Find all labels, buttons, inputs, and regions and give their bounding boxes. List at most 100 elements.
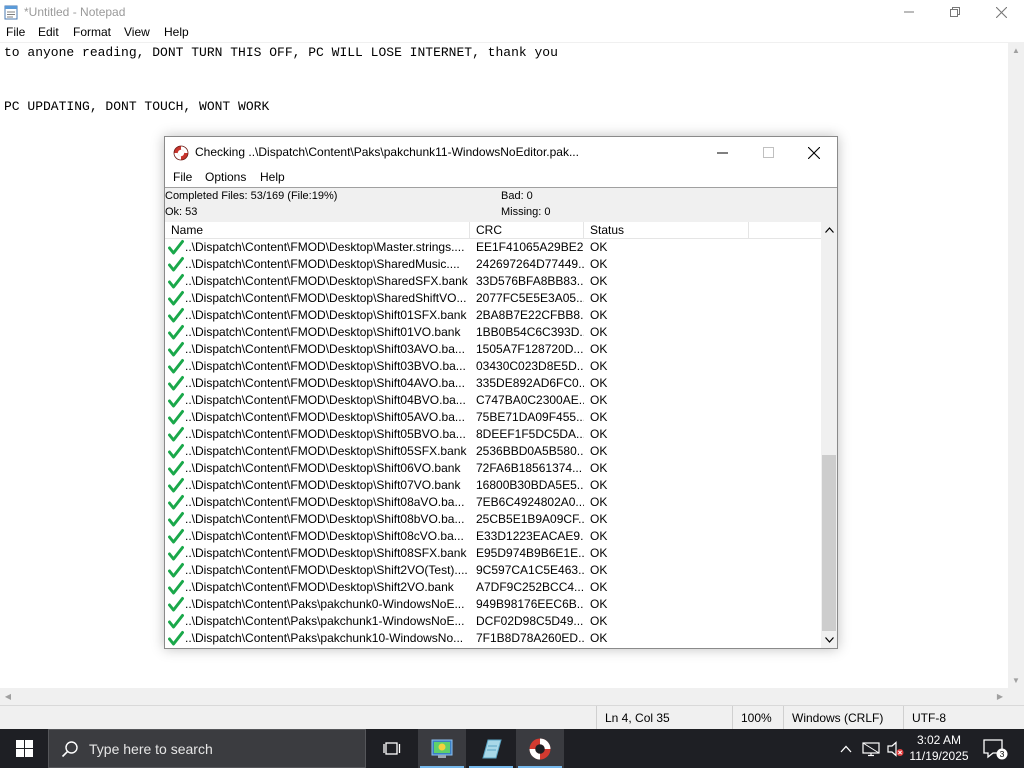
- file-list-row[interactable]: ..\Dispatch\Content\FMOD\Desktop\SharedM…: [165, 256, 821, 273]
- file-name: ..\Dispatch\Content\FMOD\Desktop\Shift05…: [185, 410, 465, 424]
- file-name: ..\Dispatch\Content\FMOD\Desktop\SharedS…: [185, 291, 467, 305]
- scroll-up-icon[interactable]: ▲: [1008, 42, 1024, 58]
- file-list-row[interactable]: ..\Dispatch\Content\FMOD\Desktop\Shift03…: [165, 341, 821, 358]
- file-crc: 2077FC5E5E3A05...: [476, 291, 584, 305]
- checker-title-bar[interactable]: Checking ..\Dispatch\Content\Paks\pakchu…: [165, 137, 837, 168]
- checkmark-icon: [168, 291, 184, 306]
- notepad-horizontal-scrollbar[interactable]: ◀ ▶: [0, 688, 1008, 705]
- file-status: OK: [590, 580, 608, 594]
- text-line-1: to anyone reading, DONT TURN THIS OFF, P…: [4, 45, 558, 60]
- search-placeholder: Type here to search: [89, 741, 213, 757]
- network-button[interactable]: [860, 729, 882, 768]
- scroll-down-icon[interactable]: ▼: [1008, 672, 1024, 688]
- file-list-rows: ..\Dispatch\Content\FMOD\Desktop\Master.…: [165, 239, 821, 648]
- file-list-row[interactable]: ..\Dispatch\Content\FMOD\Desktop\Shift2V…: [165, 562, 821, 579]
- file-status: OK: [590, 274, 608, 288]
- checker-maximize-button[interactable]: [745, 137, 791, 168]
- checker-menu-options[interactable]: Options: [205, 170, 246, 184]
- file-crc: 7F1B8D78A260ED...: [476, 631, 584, 645]
- list-scroll-down-icon[interactable]: [821, 632, 837, 648]
- maximize-icon: [762, 147, 774, 158]
- show-hidden-icons-button[interactable]: [836, 729, 856, 768]
- restore-button[interactable]: [932, 0, 978, 24]
- taskbar-app-file-checker[interactable]: [418, 729, 466, 768]
- file-crc: DCF02D98C5D49...: [476, 614, 584, 628]
- notepad-icon: [4, 5, 18, 20]
- minimize-button[interactable]: [886, 0, 932, 24]
- menu-file[interactable]: File: [6, 25, 25, 39]
- taskbar-app-lifebuoy[interactable]: [516, 729, 564, 768]
- taskbar-clock[interactable]: 3:02 AM 11/19/2025: [904, 732, 974, 764]
- file-list-scrollbar[interactable]: [821, 222, 837, 648]
- checker-menu-bar: File Options Help: [165, 168, 837, 188]
- list-scroll-up-icon[interactable]: [821, 222, 837, 238]
- file-name: ..\Dispatch\Content\FMOD\Desktop\Shift01…: [185, 325, 461, 339]
- file-list-row[interactable]: ..\Dispatch\Content\FMOD\Desktop\Shift01…: [165, 307, 821, 324]
- file-list-row[interactable]: ..\Dispatch\Content\Paks\pakchunk1-Windo…: [165, 613, 821, 630]
- scroll-left-icon[interactable]: ◀: [0, 688, 16, 705]
- checkmark-icon: [168, 461, 184, 476]
- column-header-crc[interactable]: CRC: [470, 222, 584, 239]
- checkmark-icon: [168, 580, 184, 595]
- file-crc: 72FA6B18561374...: [476, 461, 583, 475]
- file-crc: C747BA0C2300AE...: [476, 393, 584, 407]
- file-list-row[interactable]: ..\Dispatch\Content\FMOD\Desktop\Shift04…: [165, 375, 821, 392]
- volume-muted-icon: [887, 740, 904, 757]
- file-name: ..\Dispatch\Content\FMOD\Desktop\Shift06…: [185, 461, 461, 475]
- notifications-button[interactable]: 3: [980, 729, 1010, 768]
- file-crc: 242697264D77449...: [476, 257, 584, 271]
- file-list-row[interactable]: ..\Dispatch\Content\FMOD\Desktop\SharedS…: [165, 273, 821, 290]
- list-scroll-thumb[interactable]: [822, 455, 836, 631]
- checker-menu-file[interactable]: File: [173, 170, 192, 184]
- checkmark-icon: [168, 495, 184, 510]
- file-name: ..\Dispatch\Content\FMOD\Desktop\Shift01…: [185, 308, 467, 322]
- taskbar-app-notepad[interactable]: [467, 729, 515, 768]
- file-list-row[interactable]: ..\Dispatch\Content\FMOD\Desktop\Shift07…: [165, 477, 821, 494]
- menu-format[interactable]: Format: [73, 25, 111, 39]
- file-list-row[interactable]: ..\Dispatch\Content\FMOD\Desktop\Shift05…: [165, 426, 821, 443]
- stat-ok: Ok: 53: [165, 206, 198, 218]
- taskbar-search-box[interactable]: Type here to search: [48, 729, 366, 768]
- file-list-row[interactable]: ..\Dispatch\Content\FMOD\Desktop\Shift01…: [165, 324, 821, 341]
- menu-view[interactable]: View: [124, 25, 150, 39]
- file-list-row[interactable]: ..\Dispatch\Content\Paks\pakchunk10-Wind…: [165, 630, 821, 647]
- notepad-status-bar: Ln 4, Col 35 100% Windows (CRLF) UTF-8: [0, 705, 1024, 730]
- search-icon: [61, 741, 78, 758]
- notepad-vertical-scrollbar[interactable]: ▲ ▼: [1008, 42, 1024, 688]
- file-list-row[interactable]: ..\Dispatch\Content\FMOD\Desktop\Shift08…: [165, 511, 821, 528]
- file-name: ..\Dispatch\Content\Paks\pakchunk0-Windo…: [185, 597, 465, 611]
- file-list-row[interactable]: ..\Dispatch\Content\FMOD\Desktop\Shift03…: [165, 358, 821, 375]
- menu-edit[interactable]: Edit: [38, 25, 59, 39]
- checker-minimize-button[interactable]: [699, 137, 745, 168]
- checker-menu-help[interactable]: Help: [260, 170, 285, 184]
- menu-help[interactable]: Help: [164, 25, 189, 39]
- column-header-status[interactable]: Status: [584, 222, 749, 239]
- checkmark-icon: [168, 393, 184, 408]
- stat-bad: Bad: 0: [501, 190, 533, 202]
- clock-time: 3:02 AM: [916, 733, 962, 747]
- file-list-view[interactable]: Name CRC Status ..\Dispatch\Content\FMOD…: [165, 222, 837, 648]
- file-list-row[interactable]: ..\Dispatch\Content\FMOD\Desktop\Shift05…: [165, 409, 821, 426]
- close-button[interactable]: [978, 0, 1024, 24]
- restore-icon: [950, 7, 960, 17]
- file-crc: 9C597CA1C5E463...: [476, 563, 584, 577]
- taskbar: Type here to search 3:02 AM 11/19/2025 3: [0, 729, 1024, 768]
- file-list-row[interactable]: ..\Dispatch\Content\FMOD\Desktop\Shift06…: [165, 460, 821, 477]
- file-list-row[interactable]: ..\Dispatch\Content\FMOD\Desktop\Shift08…: [165, 528, 821, 545]
- scroll-right-icon[interactable]: ▶: [992, 688, 1008, 705]
- file-list-row[interactable]: ..\Dispatch\Content\Paks\pakchunk0-Windo…: [165, 596, 821, 613]
- file-list-row[interactable]: ..\Dispatch\Content\FMOD\Desktop\Shift08…: [165, 494, 821, 511]
- file-list-row[interactable]: ..\Dispatch\Content\FMOD\Desktop\Shift08…: [165, 545, 821, 562]
- column-header-name[interactable]: Name: [165, 222, 470, 239]
- task-view-button[interactable]: [368, 729, 416, 768]
- start-button[interactable]: [0, 729, 48, 768]
- volume-button[interactable]: [884, 729, 906, 768]
- file-list-row[interactable]: ..\Dispatch\Content\FMOD\Desktop\SharedS…: [165, 290, 821, 307]
- file-list-row[interactable]: ..\Dispatch\Content\FMOD\Desktop\Shift04…: [165, 392, 821, 409]
- file-list-row[interactable]: ..\Dispatch\Content\FMOD\Desktop\Shift05…: [165, 443, 821, 460]
- file-list-row[interactable]: ..\Dispatch\Content\FMOD\Desktop\Master.…: [165, 239, 821, 256]
- notepad-title-bar[interactable]: *Untitled - Notepad: [0, 0, 1024, 24]
- checkmark-icon: [168, 308, 184, 323]
- checker-close-button[interactable]: [791, 137, 837, 168]
- file-list-row[interactable]: ..\Dispatch\Content\FMOD\Desktop\Shift2V…: [165, 579, 821, 596]
